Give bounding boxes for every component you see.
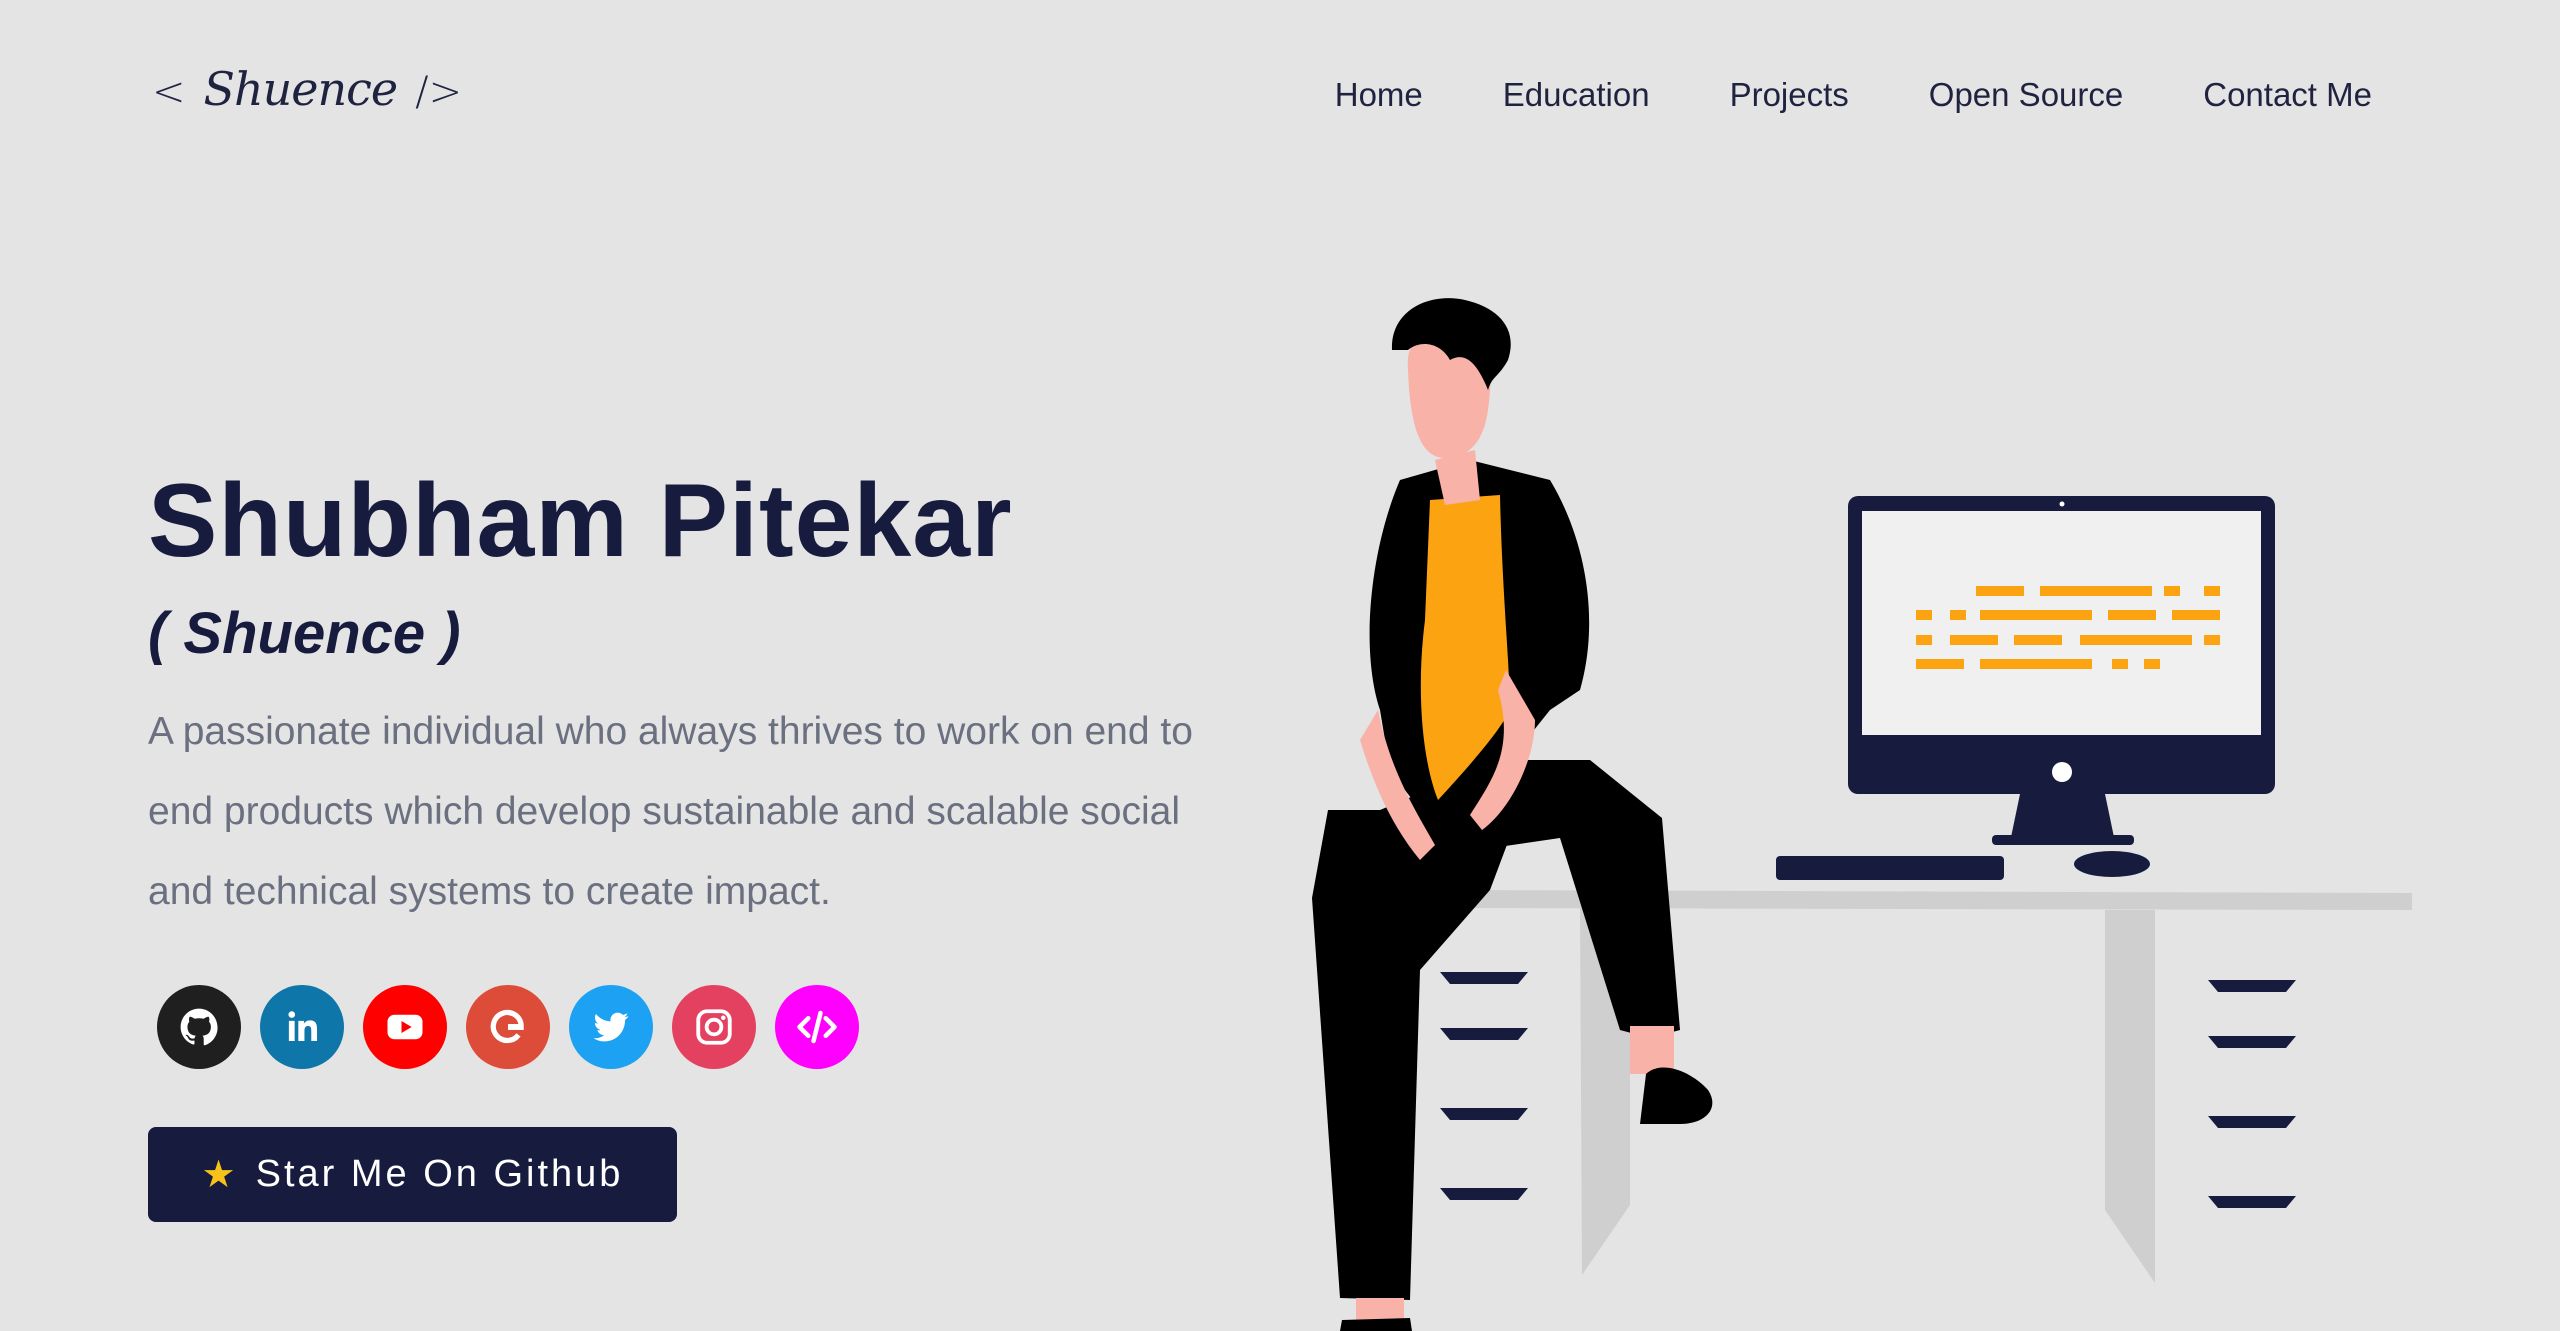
nav-education[interactable]: Education <box>1503 76 1650 114</box>
instagram-link[interactable] <box>672 985 756 1069</box>
google-link[interactable] <box>466 985 550 1069</box>
developer-illustration <box>1312 298 2412 1331</box>
mouse <box>2074 851 2150 877</box>
keyboard <box>1776 856 2004 880</box>
twitter-icon <box>593 1012 629 1042</box>
nav-projects[interactable]: Projects <box>1730 76 1849 114</box>
star-on-github-label: Star Me On Github <box>255 1153 624 1195</box>
desk <box>1440 890 2412 1283</box>
youtube-link[interactable] <box>363 985 447 1069</box>
linkedin-link[interactable] <box>260 985 344 1069</box>
code-icon <box>797 1010 837 1044</box>
youtube-icon <box>387 1014 423 1040</box>
star-on-github-button[interactable]: ★ Star Me On Github <box>148 1127 677 1222</box>
google-icon <box>490 1009 524 1044</box>
star-icon: ★ <box>201 1154 236 1196</box>
linkedin-icon <box>288 1011 318 1041</box>
hero-name: Shubham Pitekar <box>148 463 1013 579</box>
nav-contact-me[interactable]: Contact Me <box>2203 76 2372 114</box>
twitter-link[interactable] <box>569 985 653 1069</box>
github-link[interactable] <box>157 985 241 1069</box>
hero-description: A passionate individual who always thriv… <box>148 710 1193 913</box>
logo-open-bracket: < <box>152 69 186 115</box>
code-link[interactable] <box>775 985 859 1069</box>
site-logo[interactable]: < Shuence /> <box>152 62 462 116</box>
nav-home[interactable]: Home <box>1335 76 1423 114</box>
nav-open-source[interactable]: Open Source <box>1929 76 2123 114</box>
instagram-icon <box>696 1009 732 1045</box>
github-icon <box>180 1008 218 1046</box>
logo-signature: Shuence <box>203 62 399 116</box>
social-links <box>157 985 859 1069</box>
logo-close-bracket: /> <box>415 69 463 115</box>
person <box>1312 298 1713 1331</box>
main-nav: Home Education Projects Open Source Cont… <box>1335 76 2372 114</box>
monitor <box>1848 496 2275 845</box>
hero-alias: ( Shuence ) <box>148 601 461 666</box>
